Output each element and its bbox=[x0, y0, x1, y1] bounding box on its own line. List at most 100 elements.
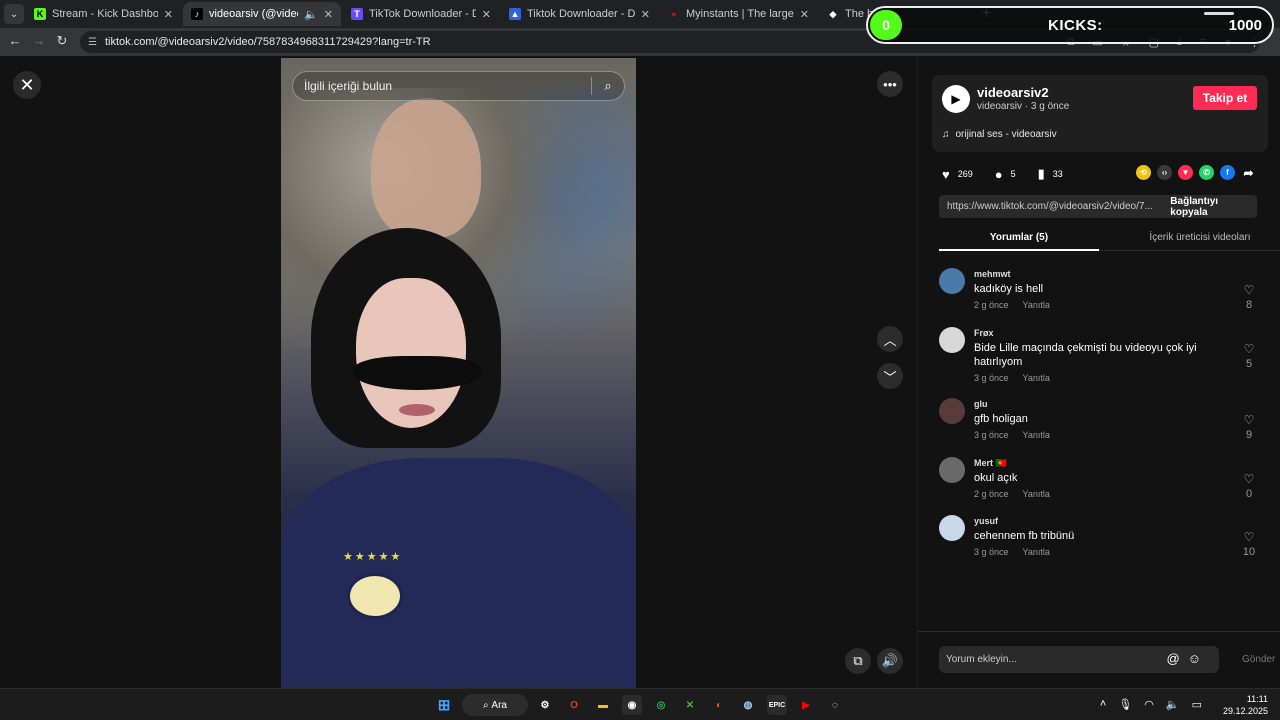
origin-icon[interactable]: ◐ bbox=[709, 695, 729, 715]
browser-tab-myinstants[interactable]: ● Myinstants | The largest instan ✕ bbox=[660, 2, 817, 26]
tab-close-icon[interactable]: ✕ bbox=[641, 8, 650, 21]
reply-button[interactable]: Yanıtla bbox=[1023, 300, 1050, 310]
next-video-chevron-down-icon[interactable]: ﹀ bbox=[877, 363, 903, 389]
heart-icon: ♥ bbox=[942, 166, 950, 182]
tab-close-icon[interactable]: ✕ bbox=[482, 8, 491, 21]
whatsapp-icon[interactable]: ✆ bbox=[1199, 165, 1214, 180]
reply-button[interactable]: Yanıtla bbox=[1023, 489, 1050, 499]
video-search-box[interactable]: İlgili içeriği bulun ⌕ bbox=[292, 71, 625, 101]
share-arrow-icon[interactable]: ➦ bbox=[1241, 165, 1256, 180]
comment-input-icons: @☺ bbox=[1167, 651, 1209, 666]
avatar[interactable] bbox=[939, 515, 965, 541]
tab-comments[interactable]: Yorumlar (5) bbox=[939, 232, 1099, 243]
avatar[interactable] bbox=[939, 457, 965, 483]
volume-icon[interactable]: 🔊 bbox=[877, 648, 903, 674]
browser-tab-downloader-1[interactable]: T TikTok Downloader - Downloa ✕ bbox=[343, 2, 499, 26]
active-tab-indicator bbox=[939, 249, 1099, 251]
comment-like[interactable]: ♡ 0 bbox=[1237, 472, 1261, 500]
taskbar-search[interactable]: ⌕ Ara bbox=[462, 694, 528, 716]
tab-creator-videos[interactable]: İçerik üreticisi videoları bbox=[1110, 232, 1280, 243]
video-player[interactable]: ★★★★★ İlgili içeriği bulun ⌕ bbox=[281, 58, 636, 688]
avatar[interactable] bbox=[939, 268, 965, 294]
repost-icon[interactable]: ⟲ bbox=[1136, 165, 1151, 180]
avatar[interactable] bbox=[939, 327, 965, 353]
search-icon[interactable]: ⌕ bbox=[592, 78, 624, 94]
windows-taskbar: ⊞ ⌕ Ara ⚙ O ▬ ◉ ◎ ✕ ◐ ◍ EPIC ▶ ◌ ˄ 🎙 ◠ 🔈… bbox=[0, 688, 1280, 720]
wifi-icon[interactable]: ◠ bbox=[1144, 698, 1154, 711]
browser-tab-downloader-2[interactable]: ▲ Tiktok Downloader - Downloa ✕ bbox=[501, 2, 658, 26]
floating-player-icon[interactable]: ⧉ bbox=[845, 648, 871, 674]
reply-button[interactable]: Yanıtla bbox=[1023, 430, 1050, 440]
browser-tab-tiktok[interactable]: ♪ videoarsiv (@videoarsiv2) | 🔈 ✕ bbox=[183, 2, 341, 26]
battery-icon[interactable]: ▭ bbox=[1192, 698, 1202, 711]
comment-like[interactable]: ♡ 9 bbox=[1237, 413, 1261, 441]
tab-close-icon[interactable]: ✕ bbox=[800, 8, 809, 21]
url-text: tiktok.com/@videoarsiv2/video/7587834968… bbox=[104, 36, 431, 48]
comment-text: okul açık bbox=[974, 472, 1018, 484]
author-avatar-play-icon[interactable]: ▶ bbox=[942, 85, 970, 113]
reload-icon[interactable]: ↻ bbox=[53, 33, 71, 49]
clock-date: 29.12.2025 bbox=[1222, 706, 1268, 716]
epic-games-icon[interactable]: EPIC bbox=[767, 695, 787, 715]
send-comment-button[interactable]: Gönder bbox=[1242, 654, 1275, 665]
reply-button[interactable]: Yanıtla bbox=[1023, 547, 1050, 557]
sound-link[interactable]: ♫ orijinal ses - videoarsiv bbox=[942, 129, 1057, 140]
back-arrow-icon[interactable]: ← bbox=[6, 33, 24, 48]
copy-link-button[interactable]: Bağlantıyı kopyala bbox=[1160, 196, 1257, 218]
comment-like[interactable]: ♡ 8 bbox=[1237, 283, 1261, 311]
follow-button[interactable]: Takip et bbox=[1193, 86, 1257, 110]
embed-code-icon[interactable]: ‹› bbox=[1157, 165, 1172, 180]
tab-close-icon[interactable]: ✕ bbox=[324, 8, 333, 21]
comment-like[interactable]: ♡ 5 bbox=[1237, 342, 1261, 370]
opera-icon[interactable]: O bbox=[564, 695, 584, 715]
comment-username[interactable]: yusuf bbox=[974, 516, 998, 526]
tab-search-button[interactable]: ⌄ bbox=[4, 4, 24, 24]
previous-video-chevron-up-icon[interactable]: ︿ bbox=[877, 326, 903, 352]
youtube-icon[interactable]: ▶ bbox=[796, 695, 816, 715]
chrome-icon[interactable]: ◉ bbox=[622, 695, 642, 715]
task-view-icon[interactable]: ⚙ bbox=[535, 695, 555, 715]
mention-at-icon[interactable]: @ bbox=[1167, 651, 1188, 666]
microphone-icon[interactable]: 🎙 bbox=[1118, 698, 1132, 711]
comment-like[interactable]: ♡ 10 bbox=[1237, 530, 1261, 558]
site-info-icon[interactable]: ☰ bbox=[88, 37, 97, 48]
windows-start-icon[interactable]: ⊞ bbox=[434, 695, 454, 715]
sound-title: orijinal ses - videoarsiv bbox=[955, 129, 1057, 140]
file-explorer-icon[interactable]: ▬ bbox=[593, 695, 613, 715]
facebook-icon[interactable]: f bbox=[1220, 165, 1235, 180]
emoji-icon[interactable]: ☺ bbox=[1188, 651, 1209, 666]
like-stat[interactable]: ♥ 269 bbox=[942, 167, 973, 182]
close-icon[interactable]: ✕ bbox=[13, 71, 41, 99]
xbox-icon[interactable]: ✕ bbox=[680, 695, 700, 715]
comment-username[interactable]: glu bbox=[974, 399, 988, 409]
video-stats: ♥ 269 ● 5 ▮ 33 bbox=[942, 166, 1085, 182]
comment-like-count: 10 bbox=[1242, 546, 1256, 558]
avatar[interactable] bbox=[939, 398, 965, 424]
chevron-up-icon[interactable]: ˄ bbox=[1100, 698, 1106, 711]
reply-button[interactable]: Yanıtla bbox=[1023, 373, 1050, 383]
tab-title: Myinstants | The largest instan bbox=[686, 8, 794, 20]
steam-icon[interactable]: ◍ bbox=[738, 695, 758, 715]
speaker-icon[interactable]: 🔈 bbox=[1166, 698, 1180, 711]
tab-close-icon[interactable]: ✕ bbox=[164, 8, 173, 21]
forward-arrow-icon[interactable]: → bbox=[30, 33, 48, 48]
comment-meta: 2 g önce Yanıtla bbox=[974, 489, 1050, 499]
save-stat[interactable]: ▮ 33 bbox=[1038, 166, 1063, 182]
spotify-icon[interactable]: ◎ bbox=[651, 695, 671, 715]
bookmark-icon: ▮ bbox=[1037, 166, 1045, 181]
browser-tab-kick[interactable]: K Stream - Kick Dashboard ✕ bbox=[26, 2, 181, 26]
comment-username[interactable]: Frøx bbox=[974, 328, 994, 338]
comment-input[interactable]: Yorum ekleyin... @☺ bbox=[939, 646, 1219, 673]
comment-username[interactable]: Mert 🇵🇹 bbox=[974, 458, 1007, 469]
comment-like-count: 8 bbox=[1245, 299, 1253, 311]
comment-stat[interactable]: ● 5 bbox=[995, 167, 1016, 182]
comment-username[interactable]: mehmwt bbox=[974, 269, 1011, 279]
comment-meta: 3 g önce Yanıtla bbox=[974, 430, 1050, 440]
taskbar-clock[interactable]: 11:11 29.12.2025 bbox=[1223, 693, 1268, 717]
kicks-current-count: 0 bbox=[870, 10, 902, 40]
obs-icon[interactable]: ◌ bbox=[825, 695, 845, 715]
more-options-icon[interactable]: ••• bbox=[877, 71, 903, 97]
speaker-icon[interactable]: 🔈 bbox=[304, 8, 318, 21]
author-name[interactable]: videoarsiv2 bbox=[977, 85, 1049, 100]
send-to-friends-icon[interactable]: ▼ bbox=[1178, 165, 1193, 180]
